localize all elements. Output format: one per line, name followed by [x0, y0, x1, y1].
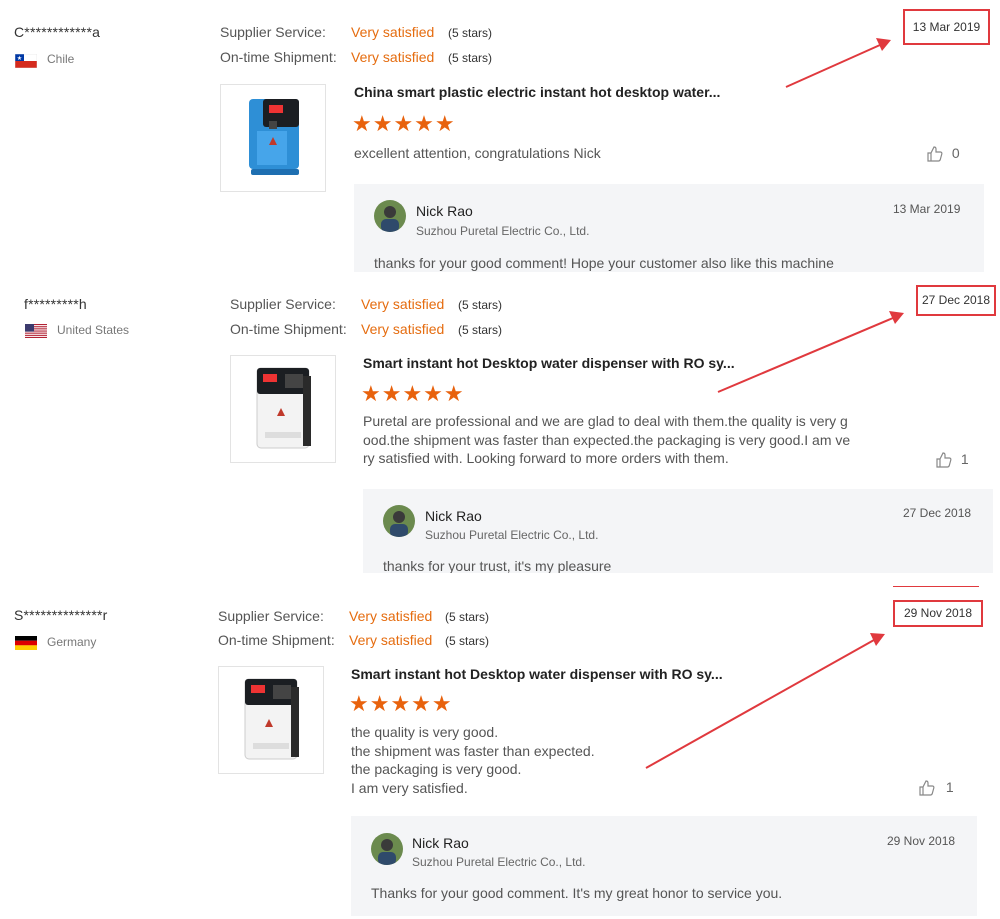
comment-line: ry satisfied with. Looking forward to mo…	[363, 450, 729, 466]
product-thumbnail[interactable]	[220, 84, 326, 192]
reply-text: Thanks for your good comment. It's my gr…	[371, 885, 783, 901]
product-title-link[interactable]: Smart instant hot Desktop water dispense…	[351, 666, 723, 682]
reply-text: thanks for your good comment! Hope your …	[374, 255, 834, 271]
product-thumbnail[interactable]	[230, 355, 336, 463]
reply-author: Nick Rao	[416, 203, 473, 219]
buyer-name: S**************r	[14, 607, 108, 623]
white-water-dispenser-icon	[244, 678, 299, 760]
on-time-shipment-rating: Very satisfied	[349, 632, 433, 648]
blue-water-dispenser-icon	[249, 99, 299, 175]
arrow-icon	[645, 633, 885, 769]
thumbs-up-icon	[919, 780, 935, 796]
supplier-service-label: Supplier Service:	[220, 24, 326, 40]
supplier-service-rating: Very satisfied	[361, 296, 445, 312]
comment-line: Puretal are professional and we are glad…	[363, 413, 848, 429]
thumbs-up-icon	[936, 452, 952, 468]
review-comment: the quality is very good. the shipment w…	[351, 723, 595, 797]
on-time-shipment-rating: Very satisfied	[351, 49, 435, 65]
comment-line: ood.the shipment was faster than expecte…	[363, 431, 851, 448]
svg-text:★: ★	[17, 55, 22, 62]
rating-stars: ★★★★★	[352, 111, 456, 136]
white-water-dispenser-icon	[256, 367, 311, 449]
chile-flag-icon: ★	[15, 54, 37, 68]
reply-text: thanks for your trust, it's my pleasure	[383, 558, 612, 573]
reply-date: 29 Nov 2018	[887, 834, 956, 848]
arrow-icon	[785, 38, 891, 88]
on-time-shipment-stars: (5 stars)	[448, 51, 493, 65]
like-button[interactable]: 1	[918, 779, 954, 797]
rating-stars: ★★★★★	[349, 691, 453, 716]
supplier-reply: Nick Rao Suzhou Puretal Electric Co., Lt…	[363, 489, 993, 573]
product-thumbnail[interactable]	[218, 666, 324, 774]
product-title-link[interactable]: Smart instant hot Desktop water dispense…	[363, 355, 735, 371]
comment-line: the shipment was faster than expected.	[351, 742, 595, 759]
buyer-name: C************a	[14, 24, 101, 40]
review-date: 29 Nov 2018	[893, 600, 983, 627]
us-flag-icon	[25, 324, 47, 338]
on-time-shipment-rating: Very satisfied	[361, 321, 445, 337]
reply-company: Suzhou Puretal Electric Co., Ltd.	[425, 528, 599, 542]
buyer-country: Germany	[47, 635, 97, 649]
supplier-service-rating: Very satisfied	[351, 24, 435, 40]
comment-line: excellent attention, congratulations Nic…	[354, 145, 601, 161]
buyer-name: f*********h	[24, 296, 87, 312]
like-count: 0	[951, 145, 960, 161]
like-count: 1	[960, 451, 969, 467]
comment-line: the quality is very good.	[351, 724, 499, 740]
germany-flag-icon	[15, 636, 37, 650]
supplier-service-label: Supplier Service:	[230, 296, 336, 312]
supplier-service-label: Supplier Service:	[218, 608, 324, 624]
on-time-shipment-label: On-time Shipment:	[218, 632, 335, 648]
review-date: 27 Dec 2018	[916, 285, 996, 316]
like-count: 1	[945, 779, 954, 795]
avatar	[374, 200, 406, 232]
supplier-reply: Nick Rao Suzhou Puretal Electric Co., Lt…	[351, 816, 977, 916]
buyer-country: United States	[57, 323, 130, 337]
reply-company: Suzhou Puretal Electric Co., Ltd.	[412, 855, 586, 869]
reply-date: 13 Mar 2019	[893, 202, 961, 216]
supplier-service-stars: (5 stars)	[458, 298, 503, 312]
on-time-shipment-stars: (5 stars)	[458, 323, 503, 337]
avatar	[371, 833, 403, 865]
review-date: 13 Mar 2019	[903, 9, 990, 45]
reply-author: Nick Rao	[425, 508, 482, 524]
reply-date: 27 Dec 2018	[903, 506, 972, 520]
thumbs-up-icon	[927, 146, 943, 162]
review-comment: Puretal are professional and we are glad…	[363, 412, 850, 468]
avatar	[383, 505, 415, 537]
rating-stars: ★★★★★	[361, 381, 465, 406]
like-button[interactable]: 1	[935, 451, 969, 469]
reply-company: Suzhou Puretal Electric Co., Ltd.	[416, 224, 590, 238]
comment-line: I am very satisfied.	[351, 779, 468, 796]
like-button[interactable]: 0	[926, 145, 960, 163]
supplier-service-stars: (5 stars)	[445, 610, 490, 624]
product-title-link[interactable]: China smart plastic electric instant hot…	[354, 84, 720, 100]
review-comment: excellent attention, congratulations Nic…	[354, 144, 601, 163]
on-time-shipment-stars: (5 stars)	[445, 634, 490, 648]
supplier-service-rating: Very satisfied	[349, 608, 433, 624]
arrow-icon	[717, 311, 904, 393]
comment-line: the packaging is very good.	[351, 761, 522, 777]
buyer-country: Chile	[47, 52, 75, 66]
supplier-service-stars: (5 stars)	[448, 26, 493, 40]
annotation-line	[893, 586, 979, 587]
supplier-reply: Nick Rao Suzhou Puretal Electric Co., Lt…	[354, 184, 984, 272]
on-time-shipment-label: On-time Shipment:	[230, 321, 347, 337]
on-time-shipment-label: On-time Shipment:	[220, 49, 337, 65]
reply-author: Nick Rao	[412, 835, 469, 851]
